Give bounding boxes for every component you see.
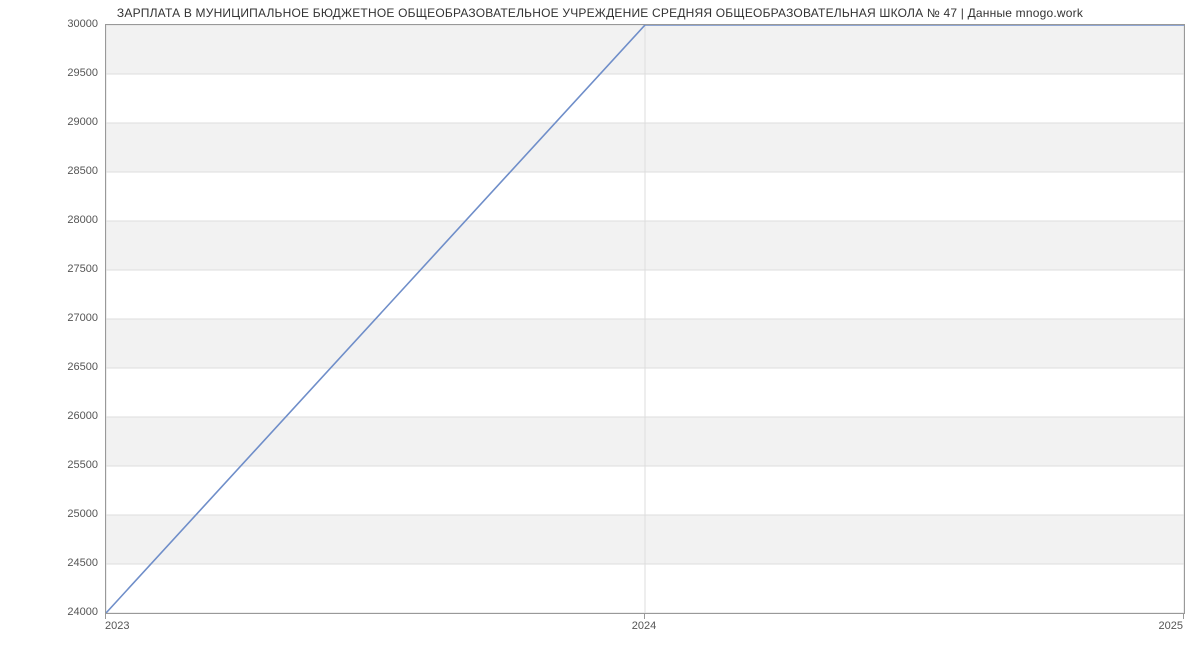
- x-tick-label: 2023: [105, 620, 129, 632]
- chart-container: ЗАРПЛАТА В МУНИЦИПАЛЬНОЕ БЮДЖЕТНОЕ ОБЩЕО…: [0, 0, 1200, 650]
- plot-svg: [106, 25, 1184, 613]
- y-tick-label: 29500: [8, 67, 98, 79]
- x-tick-mark: [644, 614, 645, 619]
- x-tick-label: 2024: [632, 620, 656, 632]
- y-tick-label: 27500: [8, 263, 98, 275]
- y-tick-label: 29000: [8, 116, 98, 128]
- x-tick-mark: [105, 614, 106, 619]
- y-tick-label: 27000: [8, 312, 98, 324]
- y-tick-label: 28500: [8, 165, 98, 177]
- y-tick-label: 26500: [8, 361, 98, 373]
- y-tick-label: 24500: [8, 557, 98, 569]
- y-tick-label: 28000: [8, 214, 98, 226]
- y-tick-label: 25500: [8, 459, 98, 471]
- chart-title: ЗАРПЛАТА В МУНИЦИПАЛЬНОЕ БЮДЖЕТНОЕ ОБЩЕО…: [0, 6, 1200, 20]
- plot-area: [105, 24, 1185, 614]
- x-tick-mark: [1183, 614, 1184, 619]
- y-tick-label: 26000: [8, 410, 98, 422]
- y-tick-label: 25000: [8, 508, 98, 520]
- x-tick-label: 2025: [1159, 620, 1183, 632]
- y-tick-label: 24000: [8, 606, 98, 618]
- y-tick-label: 30000: [8, 18, 98, 30]
